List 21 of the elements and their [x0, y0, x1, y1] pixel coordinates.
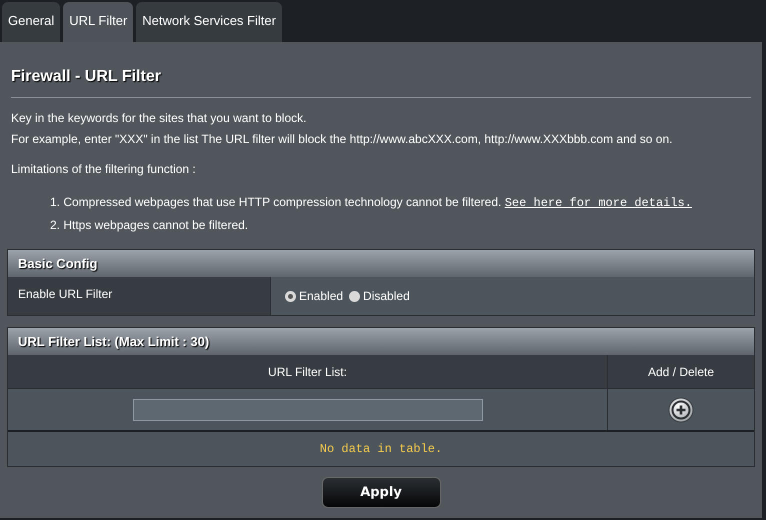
limitation-text: Compressed webpages that use HTTP compression technology cannot be filtered.: [63, 195, 502, 209]
add-icon[interactable]: [668, 396, 694, 422]
tab[interactable]: URL Filter: [63, 2, 134, 42]
tab[interactable]: General: [2, 2, 60, 42]
apply-button[interactable]: Apply: [322, 477, 440, 508]
column-header: Add / Delete: [646, 364, 716, 380]
section-header: Basic Config: [8, 250, 754, 277]
list-number: 1.: [50, 194, 60, 211]
description-text: Key in the keywords for the sites that you want to block.: [10, 110, 308, 127]
list-number: 2.: [50, 217, 60, 234]
radio-button[interactable]: Enabled: [285, 289, 344, 303]
tab[interactable]: Network Services Filter: [136, 2, 282, 42]
limitation-text: Https webpages cannot be filtered.: [63, 218, 248, 232]
description-text: For example, enter "XXX" in the list The URL filter will block the http://www.abcXXX.com, http://www.XXXbbb.com and so on.: [10, 131, 674, 148]
section-header: URL Filter List: (Max Limit : 30): [8, 328, 754, 355]
setting-label: Enable URL Filter: [8, 277, 271, 315]
limitations-label: Limitations of the filtering function :: [10, 161, 197, 178]
page-title: Firewall - URL Filter: [10, 68, 162, 86]
details-link[interactable]: See here for more details.: [504, 196, 692, 210]
radio-button[interactable]: Disabled: [349, 289, 410, 303]
url-input-field[interactable]: [132, 398, 482, 420]
